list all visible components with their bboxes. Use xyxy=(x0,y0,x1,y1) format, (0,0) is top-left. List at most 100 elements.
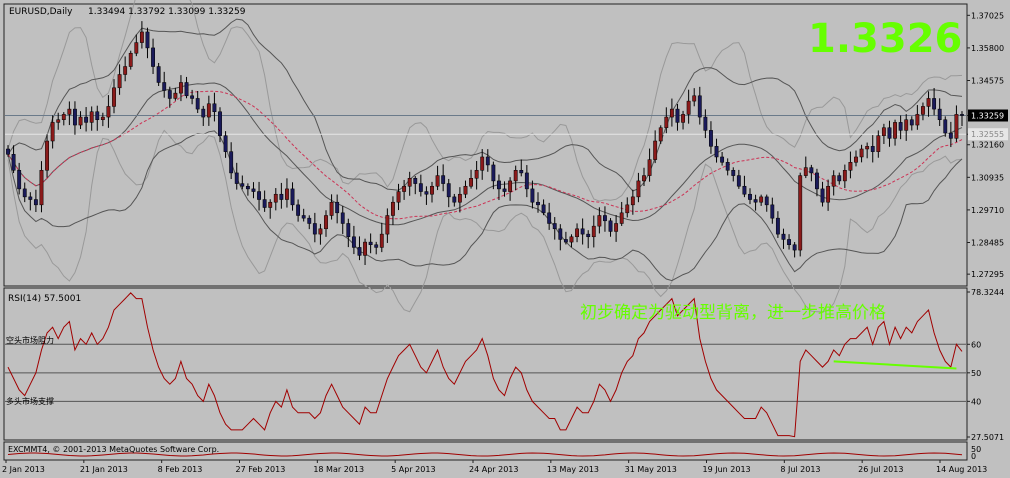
candle xyxy=(960,114,964,116)
candle xyxy=(764,196,769,206)
candle xyxy=(541,204,546,214)
candle xyxy=(630,196,635,206)
trading-chart[interactable]: 1.37025 1.35800 1.34575 1.33259 1.32555 1.321… xyxy=(0,0,1010,478)
candle xyxy=(234,172,239,184)
candle xyxy=(770,204,775,219)
candle xyxy=(787,239,791,246)
candle xyxy=(552,223,557,230)
candle xyxy=(123,66,128,75)
candle xyxy=(524,172,529,190)
candle xyxy=(45,140,49,171)
candle xyxy=(190,95,195,99)
candle xyxy=(324,215,328,230)
candle xyxy=(831,175,836,187)
candle xyxy=(290,188,295,206)
candle xyxy=(636,180,641,198)
candle xyxy=(379,233,384,248)
candle xyxy=(569,236,574,243)
candle xyxy=(937,108,942,120)
candle xyxy=(909,119,914,126)
candle xyxy=(485,156,490,166)
candle xyxy=(457,193,462,203)
candle xyxy=(859,148,864,158)
candle xyxy=(340,212,345,224)
candle xyxy=(809,167,814,174)
rsi-tick-label: 27.5071 xyxy=(971,433,1004,442)
candle xyxy=(22,188,27,198)
candle xyxy=(335,201,340,214)
candle xyxy=(647,159,652,176)
candle xyxy=(201,108,206,118)
candle xyxy=(285,188,289,200)
candle xyxy=(212,103,217,112)
candle xyxy=(904,119,909,131)
candle xyxy=(184,82,189,97)
candle xyxy=(28,196,33,200)
candle xyxy=(614,223,619,232)
candle xyxy=(669,108,674,118)
price-tick-label: 1.27295 xyxy=(971,270,1004,279)
candle xyxy=(424,191,429,195)
candle xyxy=(145,31,150,49)
chart-background xyxy=(0,0,1010,478)
candle xyxy=(257,191,261,200)
rsi-title: RSI(14) 57.5001 xyxy=(8,294,81,304)
candle xyxy=(195,98,200,110)
candle xyxy=(563,239,568,243)
candle xyxy=(374,244,379,248)
candle xyxy=(625,204,630,214)
candle xyxy=(837,175,842,182)
price-tick-label: 1.32160 xyxy=(971,141,1004,150)
x-tick-label: 26 Jul 2013 xyxy=(858,465,903,474)
candle xyxy=(943,119,948,134)
price-tick-label: 1.33259 xyxy=(971,111,1004,120)
candle xyxy=(703,116,708,131)
price-tick-label: 1.37025 xyxy=(971,11,1004,20)
candle xyxy=(580,228,585,235)
x-tick-label: 5 Apr 2013 xyxy=(391,465,435,474)
candle xyxy=(179,82,183,94)
candle xyxy=(854,156,858,163)
candle xyxy=(61,114,66,120)
candle xyxy=(803,167,808,176)
candle xyxy=(402,185,407,192)
candle xyxy=(33,199,38,206)
candle xyxy=(815,172,819,190)
rsi-tick-label: 78.3244 xyxy=(971,288,1004,297)
support-label: 多头市场支撑 xyxy=(6,396,54,406)
candle xyxy=(117,74,122,89)
candle xyxy=(106,106,111,118)
candle xyxy=(73,108,77,126)
x-tick-label: 14 Aug 2013 xyxy=(936,465,987,474)
candle xyxy=(329,201,334,216)
candle xyxy=(100,116,105,120)
candle xyxy=(11,154,16,171)
candle xyxy=(78,116,83,126)
candle xyxy=(112,87,116,107)
rsi-tick-label: 60 xyxy=(971,340,981,349)
candle xyxy=(842,170,847,182)
candle xyxy=(591,225,596,238)
price-axis: 1.37025 1.35800 1.34575 1.33259 1.32555 1.321… xyxy=(967,11,1008,279)
candle xyxy=(441,175,446,184)
x-tick-label: 8 Feb 2013 xyxy=(158,465,203,474)
candle xyxy=(675,108,680,123)
candle xyxy=(173,92,178,99)
x-tick-label: 18 Mar 2013 xyxy=(313,465,364,474)
candle xyxy=(240,183,245,187)
candle xyxy=(307,217,312,224)
candle xyxy=(279,193,284,200)
price-tick-label: 1.35800 xyxy=(971,44,1004,53)
candle xyxy=(17,170,22,190)
candle xyxy=(301,215,306,219)
x-tick-label: 27 Feb 2013 xyxy=(236,465,286,474)
candle xyxy=(575,228,579,238)
candle xyxy=(881,127,886,136)
candle xyxy=(848,162,853,171)
candle xyxy=(497,180,501,190)
price-tick-label: 1.28485 xyxy=(971,238,1004,247)
candle xyxy=(502,188,507,192)
candle xyxy=(223,135,228,152)
candle xyxy=(709,130,713,147)
candle xyxy=(714,146,719,158)
